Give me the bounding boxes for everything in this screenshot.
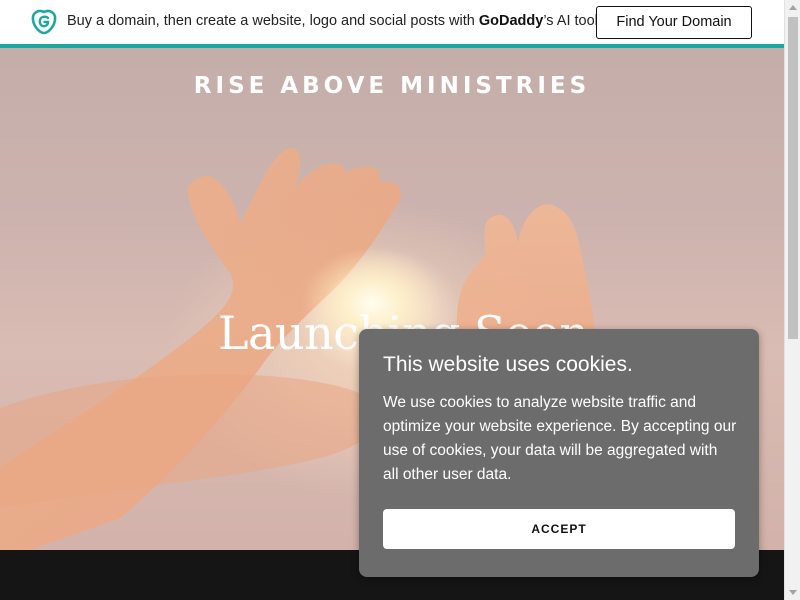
promo-text-before: Buy a domain, then create a website, log… (67, 13, 479, 29)
scroll-down-arrow-icon[interactable] (789, 590, 797, 595)
cookie-dialog-title: This website uses cookies. (383, 353, 633, 376)
cookie-consent-dialog: This website uses cookies. We use cookie… (359, 329, 759, 577)
scrollbar-thumb[interactable] (788, 17, 798, 339)
find-your-domain-button[interactable]: Find Your Domain (596, 6, 752, 39)
promo-bar: Buy a domain, then create a website, log… (0, 0, 784, 48)
accept-cookies-button[interactable]: ACCEPT (383, 509, 735, 549)
scroll-up-arrow-icon[interactable] (789, 5, 797, 10)
site-title[interactable]: RISE ABOVE MINISTRIES (0, 73, 784, 99)
godaddy-logo-icon[interactable] (30, 8, 58, 36)
cookie-dialog-message: We use cookies to analyze website traffi… (383, 394, 737, 483)
promo-brand: GoDaddy (478, 13, 544, 29)
page: Buy a domain, then create a website, log… (0, 0, 800, 600)
vertical-scrollbar[interactable] (784, 0, 800, 600)
promo-message: Buy a domain, then create a website, log… (67, 13, 609, 29)
